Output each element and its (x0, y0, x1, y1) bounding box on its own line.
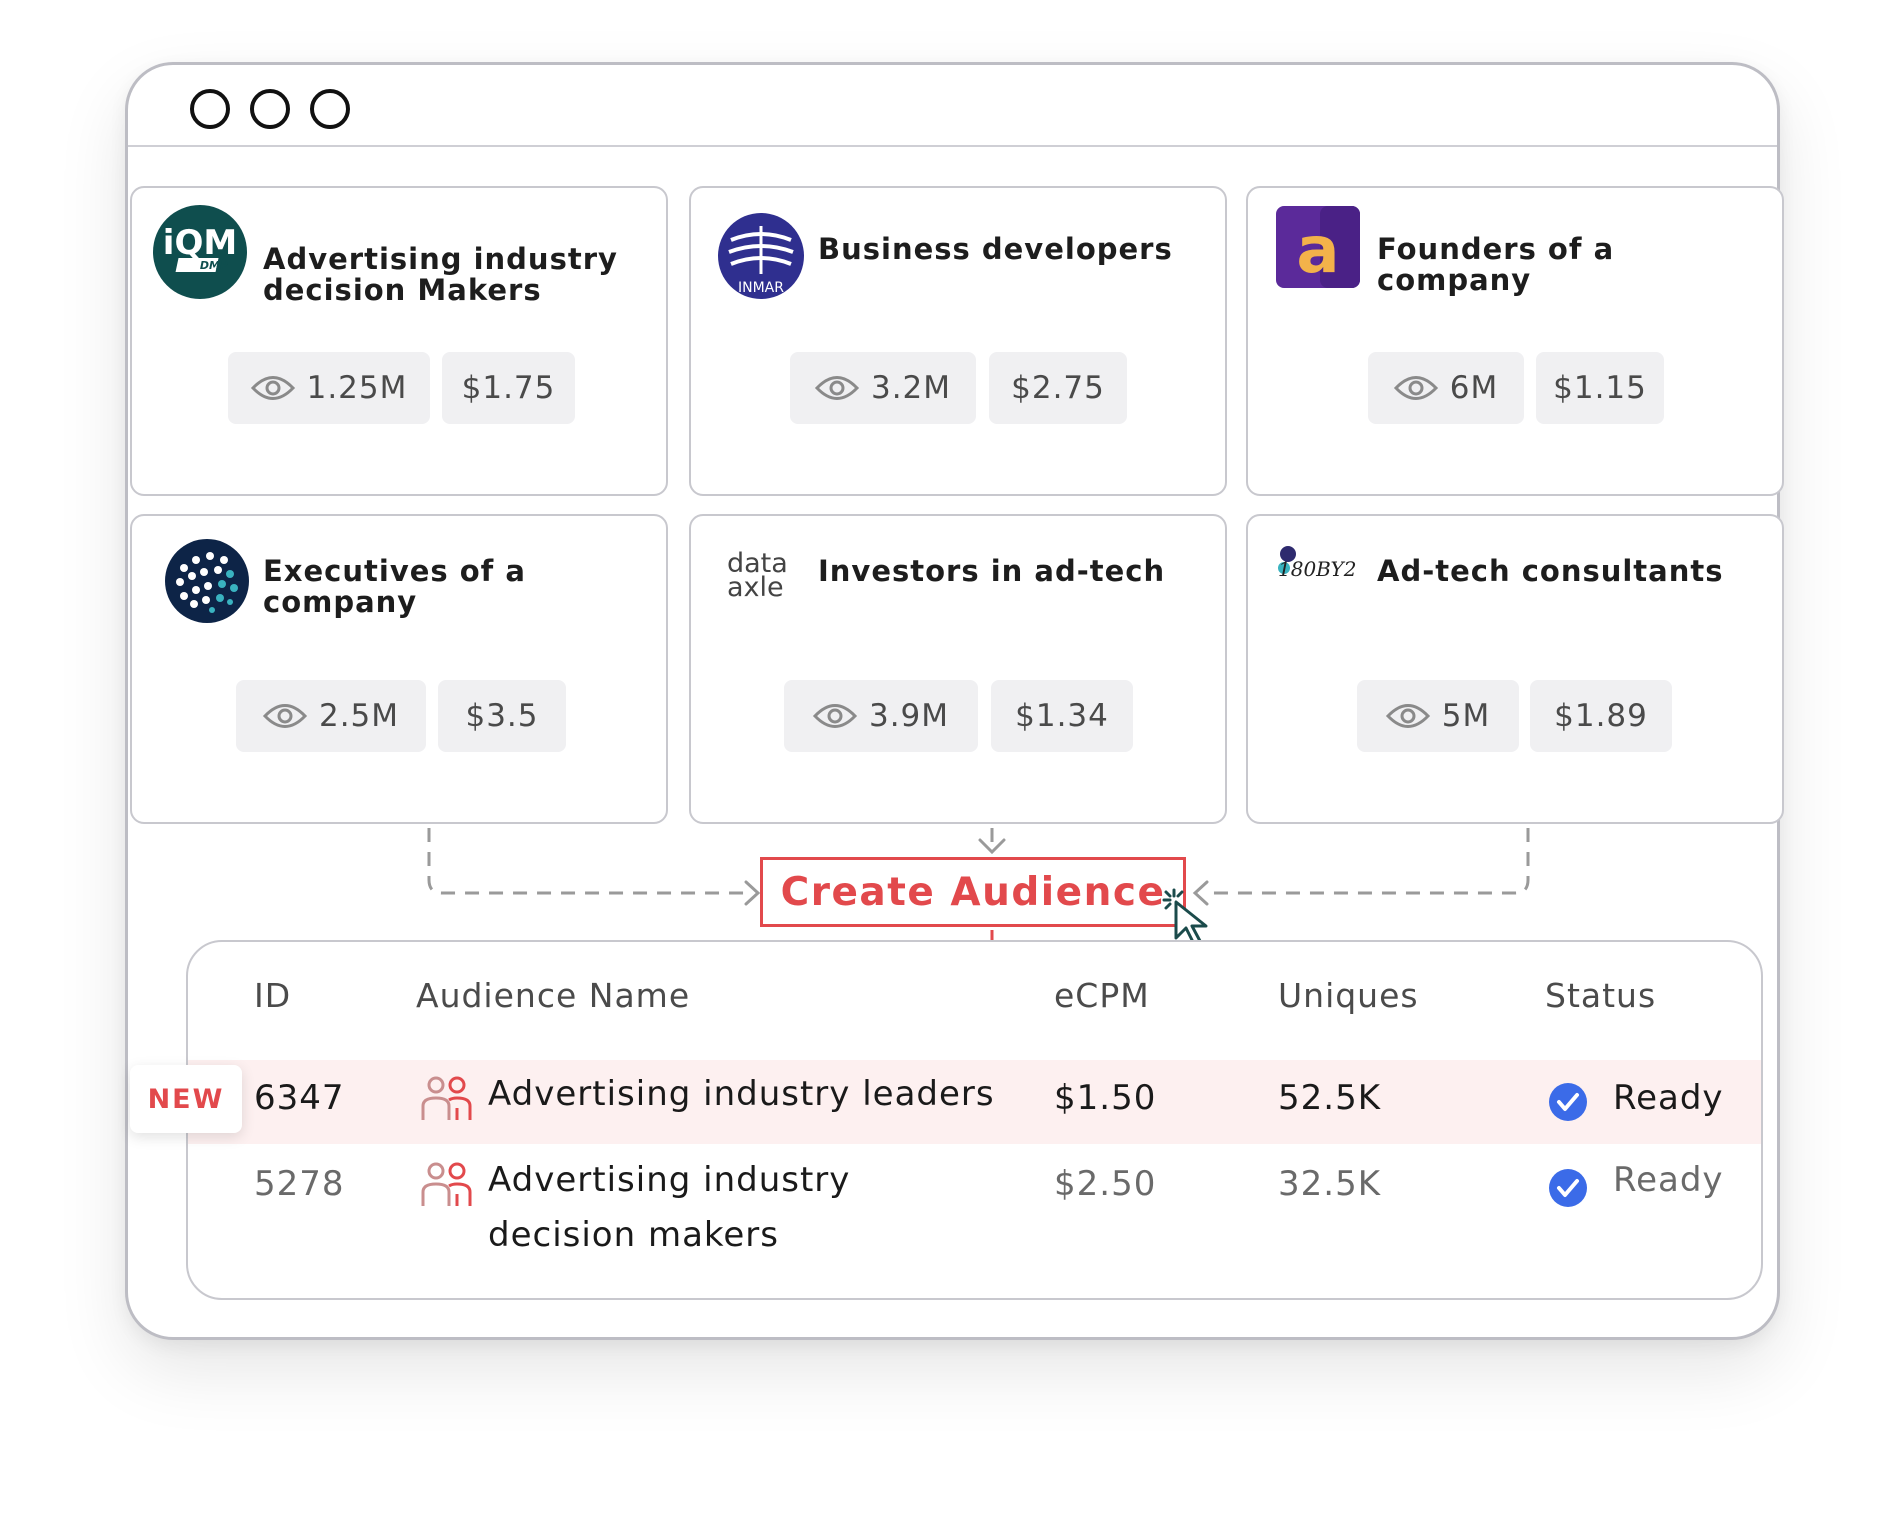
people-icon (421, 1162, 472, 1206)
column-header-uniques[interactable]: Uniques (1278, 976, 1419, 1015)
create-audience-button[interactable]: Create Audience (760, 857, 1186, 927)
column-header-audience-name[interactable]: Audience Name (416, 976, 690, 1015)
people-icon (421, 1076, 472, 1120)
row-id: 6347 (254, 1078, 345, 1118)
check-circle-icon (1549, 1169, 1587, 1207)
arrow-right-icon (744, 880, 761, 906)
column-header-ecpm[interactable]: eCPM (1054, 976, 1150, 1015)
column-header-status[interactable]: Status (1545, 976, 1656, 1015)
row-status: Ready (1613, 1078, 1724, 1118)
row-uniques: 32.5K (1278, 1164, 1381, 1204)
row-ecpm: $1.50 (1054, 1078, 1157, 1118)
column-header-id[interactable]: ID (254, 976, 291, 1015)
check-circle-icon (1549, 1083, 1587, 1121)
audience-table: ID Audience Name eCPM Uniques Status 634… (186, 940, 1763, 1300)
row-ecpm: $2.50 (1054, 1164, 1157, 1204)
new-badge: NEW (130, 1065, 242, 1133)
row-uniques: 52.5K (1278, 1078, 1381, 1118)
row-audience-name-line1: Advertising industry (488, 1160, 851, 1200)
row-audience-name: Advertising industry leaders (488, 1074, 995, 1114)
row-status: Ready (1613, 1160, 1724, 1200)
row-id: 5278 (254, 1164, 345, 1204)
row-audience-name-line2: decision makers (488, 1215, 780, 1255)
